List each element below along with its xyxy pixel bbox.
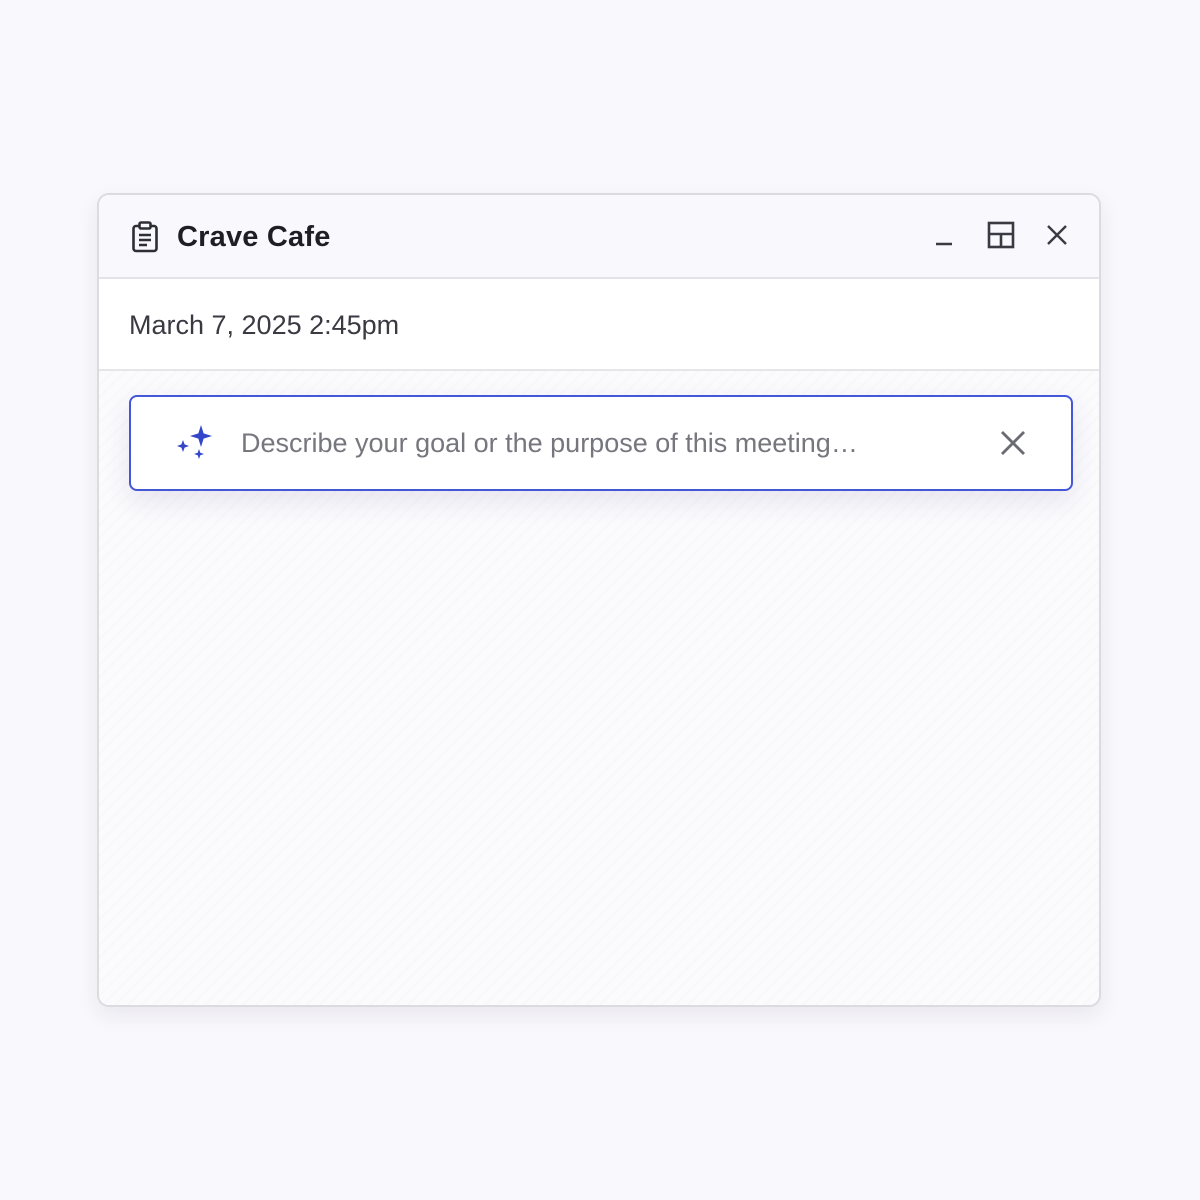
close-icon	[1045, 223, 1069, 252]
meeting-datetime: March 7, 2025 2:45pm	[129, 310, 400, 340]
meeting-datetime-row: March 7, 2025 2:45pm	[99, 279, 1099, 371]
clipboard-icon	[131, 221, 159, 253]
layout-button[interactable]	[983, 219, 1019, 255]
meeting-window: Crave Cafe March 7, 2025 2:45pm Describe…	[97, 193, 1101, 1007]
minimize-icon	[933, 223, 957, 252]
clear-icon	[999, 429, 1027, 462]
window-titlebar: Crave Cafe	[99, 195, 1099, 279]
goal-input[interactable]	[241, 419, 981, 467]
clear-prompt-button[interactable]	[993, 425, 1033, 465]
close-window-button[interactable]	[1039, 219, 1075, 255]
goal-prompt-box[interactable]	[129, 395, 1073, 491]
minimize-button[interactable]	[927, 219, 963, 255]
split-layout-icon	[987, 221, 1015, 254]
window-title: Crave Cafe	[177, 221, 331, 253]
sparkle-icon	[173, 423, 215, 465]
